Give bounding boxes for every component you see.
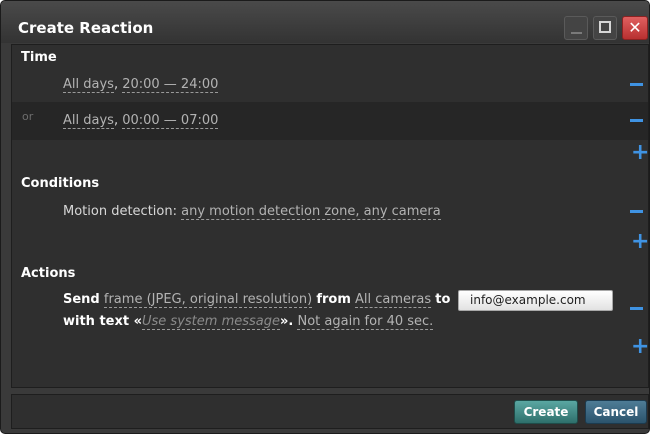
add-condition-icon[interactable]: + xyxy=(631,231,649,253)
condition-row: Motion detection: any motion detection z… xyxy=(63,203,441,221)
add-time-rule-icon[interactable]: + xyxy=(631,142,649,164)
to-label: to xyxy=(435,292,451,307)
remove-time-rule-2-icon[interactable] xyxy=(630,119,643,122)
dialog-footer: Create Cancel xyxy=(11,394,649,429)
add-action-icon[interactable]: + xyxy=(631,336,649,358)
close-button[interactable]: ✕ xyxy=(622,16,648,40)
time-rule-2: All days, 00:00 — 07:00 xyxy=(63,112,219,130)
condition-target-link[interactable]: any motion detection zone, any camera xyxy=(181,204,441,220)
remove-time-rule-1-icon[interactable] xyxy=(630,83,643,86)
minimize-button[interactable] xyxy=(564,16,588,40)
time-rule-1-days-link[interactable]: All days xyxy=(63,77,114,93)
create-button[interactable]: Create xyxy=(514,400,578,424)
reaction-form: Time All days, 20:00 — 24:00 or All days… xyxy=(11,44,649,388)
time-section-title: Time xyxy=(21,50,57,65)
time-rule-1: All days, 20:00 — 24:00 xyxy=(63,76,219,94)
or-label: or xyxy=(22,110,34,123)
time-rule-2-range-link[interactable]: 00:00 — 07:00 xyxy=(122,113,219,129)
cameras-link[interactable]: All cameras xyxy=(355,292,432,308)
close-quote: ». xyxy=(280,314,294,329)
separator: , xyxy=(113,113,123,128)
time-rule-2-days-link[interactable]: All days xyxy=(63,113,114,129)
maximize-button[interactable] xyxy=(593,16,617,40)
time-rule-1-range-link[interactable]: 20:00 — 24:00 xyxy=(122,77,219,93)
action-line-1: Send frame (JPEG, original resolution) f… xyxy=(63,291,450,309)
separator: , xyxy=(113,77,123,92)
send-label: Send xyxy=(63,292,100,307)
remove-condition-icon[interactable] xyxy=(630,210,643,213)
remove-action-icon[interactable] xyxy=(630,307,643,310)
email-field[interactable]: info@example.com xyxy=(458,290,613,311)
frame-format-link[interactable]: frame (JPEG, original resolution) xyxy=(103,292,313,308)
from-label: from xyxy=(316,292,351,307)
with-text-label: with text « xyxy=(63,314,143,329)
message-link[interactable]: Use system message xyxy=(142,314,280,330)
actions-section-title: Actions xyxy=(21,266,76,281)
conditions-section-title: Conditions xyxy=(21,176,100,191)
cancel-button[interactable]: Cancel xyxy=(585,400,647,424)
throttle-link[interactable]: Not again for 40 sec. xyxy=(297,314,434,330)
close-icon: ✕ xyxy=(628,18,642,37)
title-bar[interactable]: Create Reaction ✕ xyxy=(1,1,649,43)
action-line-2: with text «Use system message». Not agai… xyxy=(63,313,434,331)
dialog-title: Create Reaction xyxy=(18,19,154,37)
create-reaction-dialog: Create Reaction ✕ Time All days, 20:00 —… xyxy=(0,0,650,434)
condition-label: Motion detection: xyxy=(63,204,182,219)
